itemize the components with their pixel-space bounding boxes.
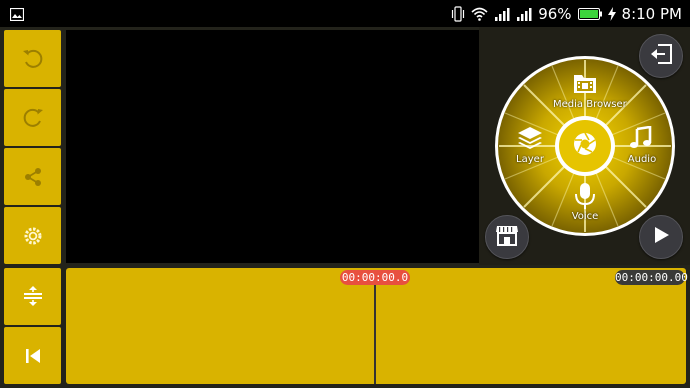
wifi-icon bbox=[471, 7, 488, 21]
status-bar: 96% 8:10 PM bbox=[0, 0, 690, 27]
timeline-track[interactable] bbox=[66, 268, 686, 384]
audio-label: Audio bbox=[627, 154, 657, 165]
expand-timeline-icon bbox=[22, 285, 44, 309]
layers-icon bbox=[517, 126, 543, 154]
redo-button[interactable] bbox=[4, 89, 61, 146]
share-icon bbox=[22, 166, 44, 188]
exit-icon bbox=[650, 44, 672, 68]
share-button[interactable] bbox=[4, 148, 61, 205]
camera-shutter-icon bbox=[572, 131, 598, 161]
microphone-icon bbox=[574, 182, 596, 214]
skip-to-start-icon bbox=[24, 348, 42, 364]
store-button[interactable] bbox=[485, 215, 529, 259]
layer-button[interactable]: Layer bbox=[509, 124, 551, 168]
media-wheel: Media Browser Layer Audio Voice bbox=[493, 54, 677, 238]
expand-timeline-button[interactable] bbox=[4, 268, 61, 325]
redo-icon bbox=[21, 106, 45, 130]
left-toolbar bbox=[4, 30, 61, 264]
signal-icon-sim1 bbox=[494, 7, 510, 21]
layer-label: Layer bbox=[516, 154, 544, 165]
voice-button[interactable]: Voice bbox=[564, 180, 606, 226]
media-browser-label: Media Browser bbox=[553, 99, 627, 110]
play-button[interactable] bbox=[639, 215, 683, 259]
total-time-badge: 00:00:00.00 bbox=[615, 270, 688, 285]
undo-icon bbox=[21, 47, 45, 71]
capture-button[interactable] bbox=[555, 116, 615, 176]
charging-icon bbox=[607, 7, 616, 21]
signal-icon-sim2 bbox=[516, 7, 532, 21]
music-note-icon bbox=[629, 125, 653, 154]
exit-button[interactable] bbox=[639, 34, 683, 78]
gallery-notification-icon bbox=[9, 6, 25, 25]
play-icon bbox=[652, 226, 670, 248]
battery-icon bbox=[577, 8, 602, 20]
settings-icon bbox=[22, 225, 44, 247]
vibrate-icon bbox=[451, 6, 465, 22]
battery-percent: 96% bbox=[538, 5, 572, 23]
store-icon bbox=[495, 224, 519, 250]
clock-time: 8:10 bbox=[621, 5, 656, 23]
audio-button[interactable]: Audio bbox=[621, 124, 663, 168]
undo-button[interactable] bbox=[4, 30, 61, 87]
media-browser-button[interactable]: Media Browser bbox=[539, 70, 631, 112]
timeline-tools bbox=[4, 268, 61, 384]
film-folder-icon bbox=[573, 72, 597, 98]
clock-suffix: PM bbox=[660, 5, 682, 23]
settings-button[interactable] bbox=[4, 207, 61, 264]
skip-to-start-button[interactable] bbox=[4, 327, 61, 384]
voice-label: Voice bbox=[571, 211, 599, 222]
current-time-badge: 00:00:00.0 bbox=[340, 270, 410, 285]
playhead[interactable] bbox=[374, 284, 376, 384]
video-preview[interactable] bbox=[66, 30, 479, 263]
